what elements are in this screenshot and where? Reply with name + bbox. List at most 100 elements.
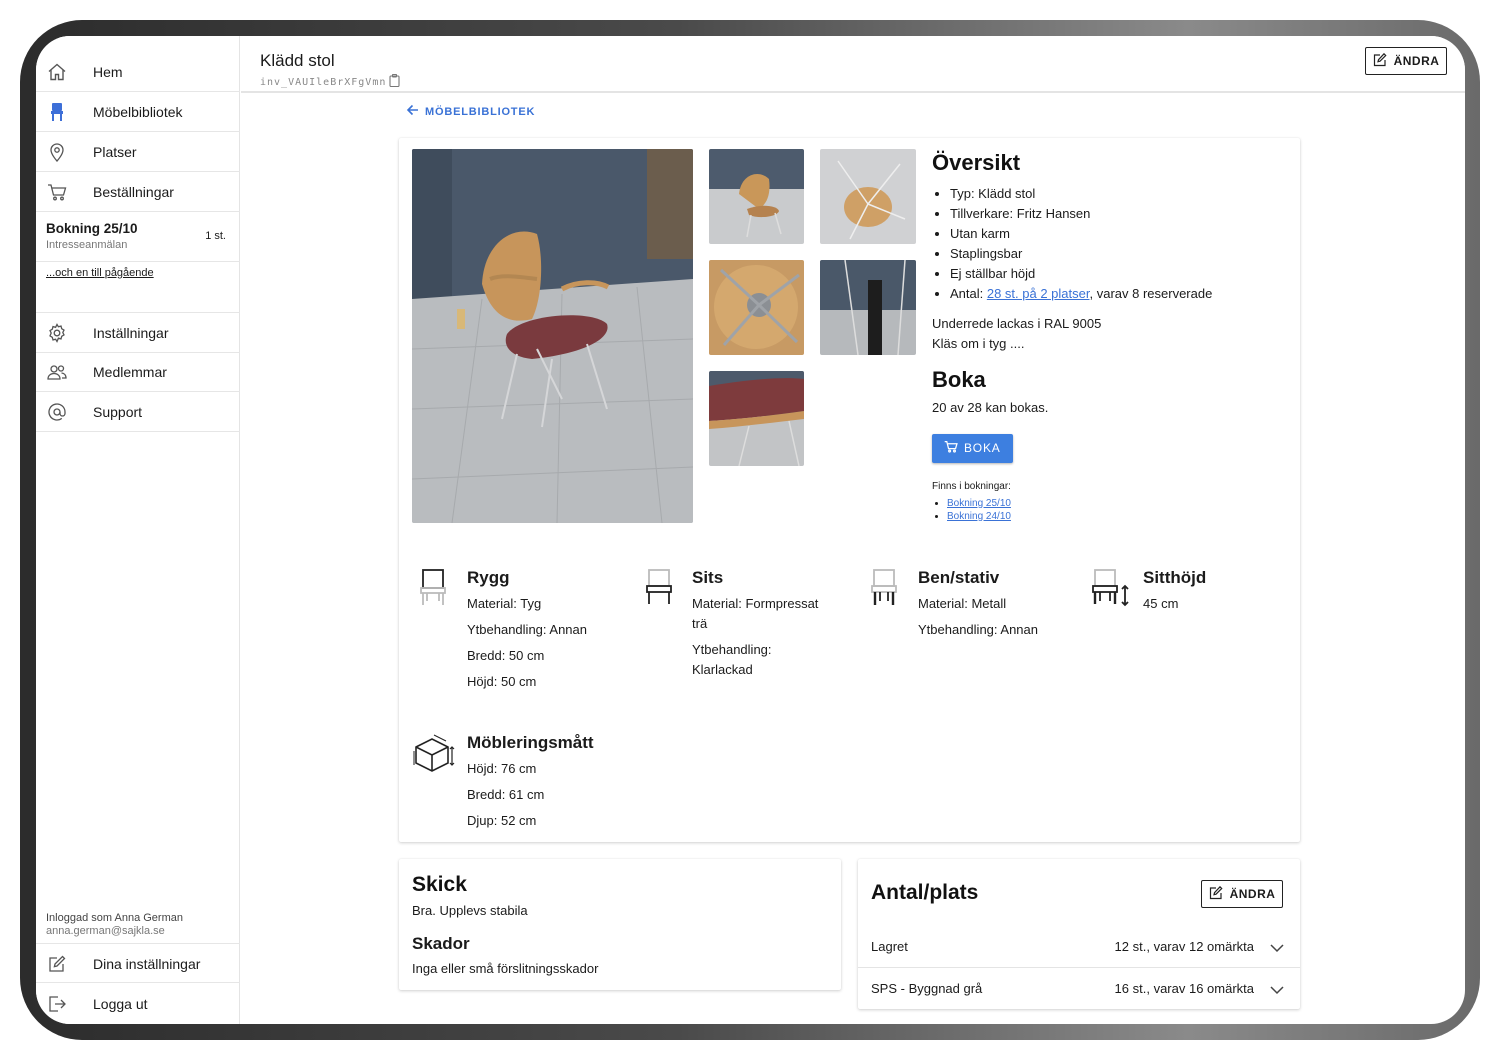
overview-bullet: Tillverkare: Fritz Hansen xyxy=(950,204,1302,224)
members-icon xyxy=(46,361,68,383)
spec-title: Ben/stativ xyxy=(918,568,1000,587)
sidebar-item-label: Beställningar xyxy=(93,184,174,200)
thumbnail-photo[interactable] xyxy=(709,371,804,466)
top-bar: Klädd stol inv_VAUIleBrXFgVmn ÄNDRA xyxy=(241,36,1465,93)
bookings-list: Finns i bokningar: Bokning 25/10 Bokning… xyxy=(932,481,1302,523)
booking-count: 1 st. xyxy=(205,230,226,242)
page-title: Klädd stol xyxy=(260,51,335,70)
spec-line: Ytbehandling: Klarlackad xyxy=(692,642,772,677)
sidebar-item-label: Medlemmar xyxy=(93,364,167,380)
condition-text: Bra. Upplevs stabila xyxy=(412,903,528,918)
bookings-label: Finns i bokningar: xyxy=(932,480,1011,492)
spec-line: Ytbehandling: Annan xyxy=(467,622,587,637)
sidebar-item-label: Dina inställningar xyxy=(93,956,201,972)
seat-height-icon xyxy=(1090,568,1132,613)
back-link[interactable]: MÖBELBIBLIOTEK xyxy=(406,104,535,119)
sidebar-item-medlemmar[interactable]: Medlemmar xyxy=(36,352,240,392)
spec-sits: Sits Material: Formpressat trä Ytbehandl… xyxy=(637,568,847,708)
sidebar-item-support[interactable]: Support xyxy=(36,392,240,432)
antal-suffix: , varav 8 reserverade xyxy=(1089,286,1213,301)
at-icon xyxy=(46,401,68,423)
thumbnail-photo[interactable] xyxy=(820,149,916,244)
location-quantity: 12 st., varav 12 omärkta xyxy=(1114,939,1254,954)
location-pin-icon xyxy=(46,141,68,163)
cart-icon xyxy=(944,440,958,456)
overview-bullet: Utan karm xyxy=(950,224,1302,244)
spec-line: Djup: 52 cm xyxy=(467,813,537,828)
boka-button[interactable]: BOKA xyxy=(932,433,1013,463)
spec-line: Ytbehandling: Annan xyxy=(918,622,1038,637)
cart-icon xyxy=(46,181,68,203)
thumbnail-photo[interactable] xyxy=(709,149,804,244)
location-name: SPS - Byggnad grå xyxy=(871,981,983,996)
logged-in-info: Inloggad som Anna German anna.german@saj… xyxy=(46,912,183,938)
booking-subtitle: Intresseanmälan xyxy=(46,239,128,251)
spec-rygg: Rygg Material: Tyg Ytbehandling: Annan B… xyxy=(412,568,622,708)
sidebar-item-dina-installningar[interactable]: Dina inställningar xyxy=(36,943,240,983)
back-link-label: MÖBELBIBLIOTEK xyxy=(425,105,536,118)
app-screen: Hem Möbelbibliotek Platser Beställningar… xyxy=(36,36,1465,1024)
sidebar-item-platser[interactable]: Platser xyxy=(36,132,240,172)
sidebar-item-label: Support xyxy=(93,404,143,420)
edit-button-label: ÄNDRA xyxy=(1229,887,1276,901)
item-id: inv_VAUIleBrXFgVmn xyxy=(260,73,400,90)
sidebar-item-hem[interactable]: Hem xyxy=(36,52,240,92)
spec-line: Höjd: 76 cm xyxy=(467,761,537,776)
booking-link[interactable]: Bokning 25/10 xyxy=(947,498,1011,509)
overview-bullet-antal: Antal: 28 st. på 2 platser, varav 8 rese… xyxy=(950,284,1302,304)
booking-link[interactable]: Bokning 24/10 xyxy=(947,511,1011,522)
gear-icon xyxy=(46,322,68,344)
location-row[interactable]: SPS - Byggnad grå 16 st., varav 16 omärk… xyxy=(858,967,1300,1007)
spec-matt: Möbleringsmått Höjd: 76 cm Bredd: 61 cm … xyxy=(412,733,672,833)
chair-legs-icon xyxy=(869,568,899,613)
spec-ben: Ben/stativ Material: Metall Ytbehandling… xyxy=(863,568,1073,708)
condition-card: Skick Bra. Upplevs stabila Skador Inga e… xyxy=(399,859,841,990)
quantity-title: Antal/plats xyxy=(871,881,979,904)
home-icon xyxy=(46,61,68,83)
edit-icon xyxy=(1373,52,1387,70)
more-bookings-link[interactable]: ...och en till pågående xyxy=(46,267,154,279)
overview-title: Översikt xyxy=(932,150,1021,175)
item-id-text: inv_VAUIleBrXFgVmn xyxy=(260,76,387,88)
edit-button[interactable]: ÄNDRA xyxy=(1365,47,1447,75)
logged-in-name: Inloggad som Anna German xyxy=(46,912,183,924)
overview-note: Underrede lackas i RAL 9005 xyxy=(932,316,1102,331)
chair-icon xyxy=(46,101,68,123)
condition-title: Skick xyxy=(412,873,467,896)
arrow-left-icon xyxy=(406,104,419,119)
overview-section: Översikt Typ: Klädd stol Tillverkare: Fr… xyxy=(932,150,1302,523)
chair-seat-icon xyxy=(644,568,674,613)
quantity-location-card: Antal/plats ÄNDRA Lagret 12 st., varav 1… xyxy=(858,859,1300,1009)
damage-text: Inga eller små förslitningsskador xyxy=(412,961,599,976)
sidebar-item-logga-ut[interactable]: Logga ut xyxy=(36,984,240,1024)
spec-sitthojd: Sitthöjd 45 cm xyxy=(1088,568,1298,708)
antal-prefix: Antal: xyxy=(950,286,987,301)
spec-title: Sits xyxy=(692,568,724,587)
location-row[interactable]: Lagret 12 st., varav 12 omärkta xyxy=(858,926,1300,966)
spec-line: Bredd: 50 cm xyxy=(467,648,545,663)
boka-title: Boka xyxy=(932,367,986,392)
spec-line: Material: Formpressat trä xyxy=(692,596,819,631)
main-photo[interactable] xyxy=(412,149,693,523)
sidebar-item-bestallningar[interactable]: Beställningar xyxy=(36,172,240,212)
sidebar-item-label: Möbelbibliotek xyxy=(93,104,183,120)
booking-title: Bokning 25/10 xyxy=(46,221,138,236)
sidebar-booking-item[interactable]: Bokning 25/10 Intresseanmälan 1 st. xyxy=(36,212,240,262)
sidebar-item-mobelbibliotek[interactable]: Möbelbibliotek xyxy=(36,92,240,132)
spec-line: Material: Metall xyxy=(918,596,1007,611)
sidebar-item-installningar[interactable]: Inställningar xyxy=(36,313,240,353)
sidebar-item-label: Inställningar xyxy=(93,325,169,341)
location-name: Lagret xyxy=(871,939,908,954)
clipboard-icon[interactable] xyxy=(389,73,400,90)
spec-line: Bredd: 61 cm xyxy=(467,787,545,802)
chair-back-icon xyxy=(418,568,448,613)
spec-title: Rygg xyxy=(467,568,510,587)
thumbnail-photo[interactable] xyxy=(709,260,804,355)
thumbnail-photo[interactable] xyxy=(820,260,916,355)
spec-line: Material: Tyg xyxy=(467,596,542,611)
chevron-down-icon xyxy=(1270,940,1284,958)
boka-available: 20 av 28 kan bokas. xyxy=(932,400,1049,415)
antal-locations-link[interactable]: 28 st. på 2 platser xyxy=(987,286,1090,301)
edit-quantity-button[interactable]: ÄNDRA xyxy=(1201,880,1283,908)
edit-button-label: ÄNDRA xyxy=(1393,54,1440,68)
